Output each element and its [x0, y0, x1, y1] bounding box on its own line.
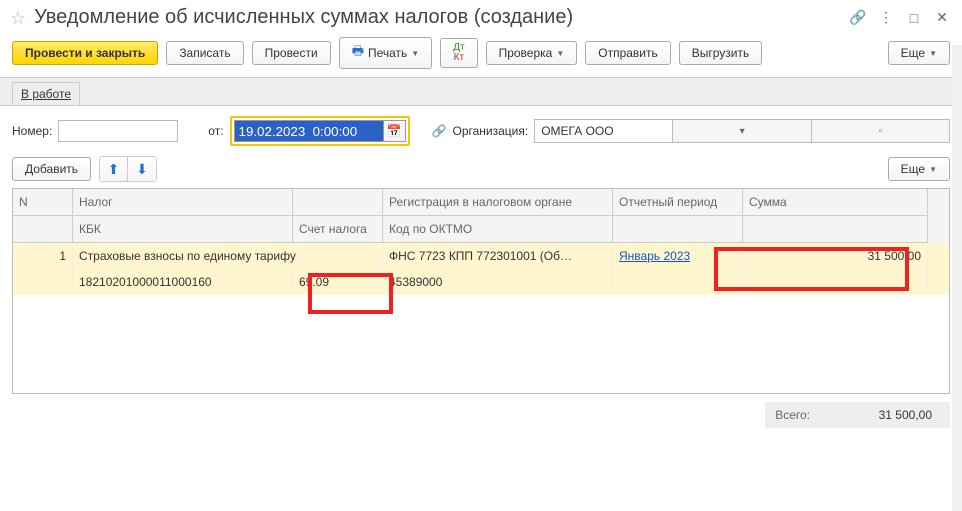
col-tax: Налог [73, 189, 293, 216]
label-number: Номер: [12, 124, 52, 138]
check-button[interactable]: Проверка▼ [486, 41, 578, 65]
col-n: N [13, 189, 73, 216]
move-up-button[interactable]: ⬆ [100, 157, 128, 181]
printer-icon: 🖶 [352, 42, 364, 64]
grid-more-button[interactable]: Еще▼ [888, 157, 950, 181]
organization-value: ОМЕГА ООО [535, 124, 672, 138]
number-input[interactable] [58, 120, 178, 142]
dtkt-button[interactable]: ДтКт [440, 38, 477, 68]
cell-tax[interactable]: Страховые взносы по единому тарифу [73, 243, 383, 269]
favorite-star-icon[interactable]: ☆ [10, 9, 26, 27]
add-row-button[interactable]: Добавить [12, 157, 91, 181]
tab-in-work[interactable]: В работе [12, 82, 80, 105]
open-ref-icon[interactable]: ▫ [811, 120, 949, 142]
cell-kbk[interactable]: 18210201000011000160 [73, 269, 293, 295]
date-input[interactable] [234, 120, 384, 142]
cell-oktmo[interactable]: 45389000 [383, 269, 613, 295]
link-icon[interactable]: 🔗 [848, 8, 868, 28]
send-button[interactable]: Отправить [585, 41, 671, 65]
cell-reg[interactable]: ФНС 7723 КПП 772301001 (Об… [383, 243, 613, 269]
col-reg: Регистрация в налоговом органе [383, 189, 613, 216]
scrollbar[interactable] [952, 45, 962, 511]
kebab-menu-icon[interactable]: ⋮ [876, 8, 896, 28]
arrow-down-icon: ⬇ [136, 161, 148, 178]
col-acct-blank [293, 189, 383, 216]
print-button[interactable]: 🖶Печать▼ [339, 37, 433, 69]
maximize-icon[interactable]: □ [904, 8, 924, 28]
cell-period[interactable]: Январь 2023 [619, 249, 690, 263]
col-oktmo: Код по ОКТМО [383, 216, 613, 243]
export-button[interactable]: Выгрузить [679, 41, 763, 65]
cell-n[interactable]: 1 [13, 243, 73, 269]
dtkt-icon: ДтКт [453, 43, 464, 63]
save-button[interactable]: Записать [166, 41, 243, 65]
post-button[interactable]: Провести [252, 41, 331, 65]
post-and-close-button[interactable]: Провести и закрыть [12, 41, 158, 65]
tax-grid: N Налог Регистрация в налоговом органе О… [12, 188, 950, 394]
move-down-button[interactable]: ⬇ [128, 157, 156, 181]
page-title: Уведомление об исчисленных суммах налого… [34, 6, 840, 29]
arrow-up-icon: ⬆ [108, 161, 120, 178]
calendar-icon[interactable]: 📅 [384, 120, 406, 142]
organization-input[interactable]: ОМЕГА ООО ▾ ▫ [534, 119, 950, 143]
label-from: от: [208, 124, 223, 138]
col-acct: Счет налога [293, 216, 383, 243]
total-value: 31 500,00 [850, 402, 950, 428]
close-icon[interactable]: ✕ [932, 8, 952, 28]
total-label: Всего: [765, 402, 850, 428]
link-field-icon[interactable]: 🔗 [432, 124, 447, 138]
more-button[interactable]: Еще▼ [888, 41, 950, 65]
label-org: Организация: [452, 124, 528, 138]
col-sum: Сумма [743, 189, 928, 216]
dropdown-icon[interactable]: ▾ [672, 120, 810, 142]
col-kbk: КБК [73, 216, 293, 243]
cell-sum[interactable]: 31 500,00 [743, 243, 928, 269]
cell-acct[interactable]: 69.09 [293, 269, 383, 295]
col-period: Отчетный период [613, 189, 743, 216]
